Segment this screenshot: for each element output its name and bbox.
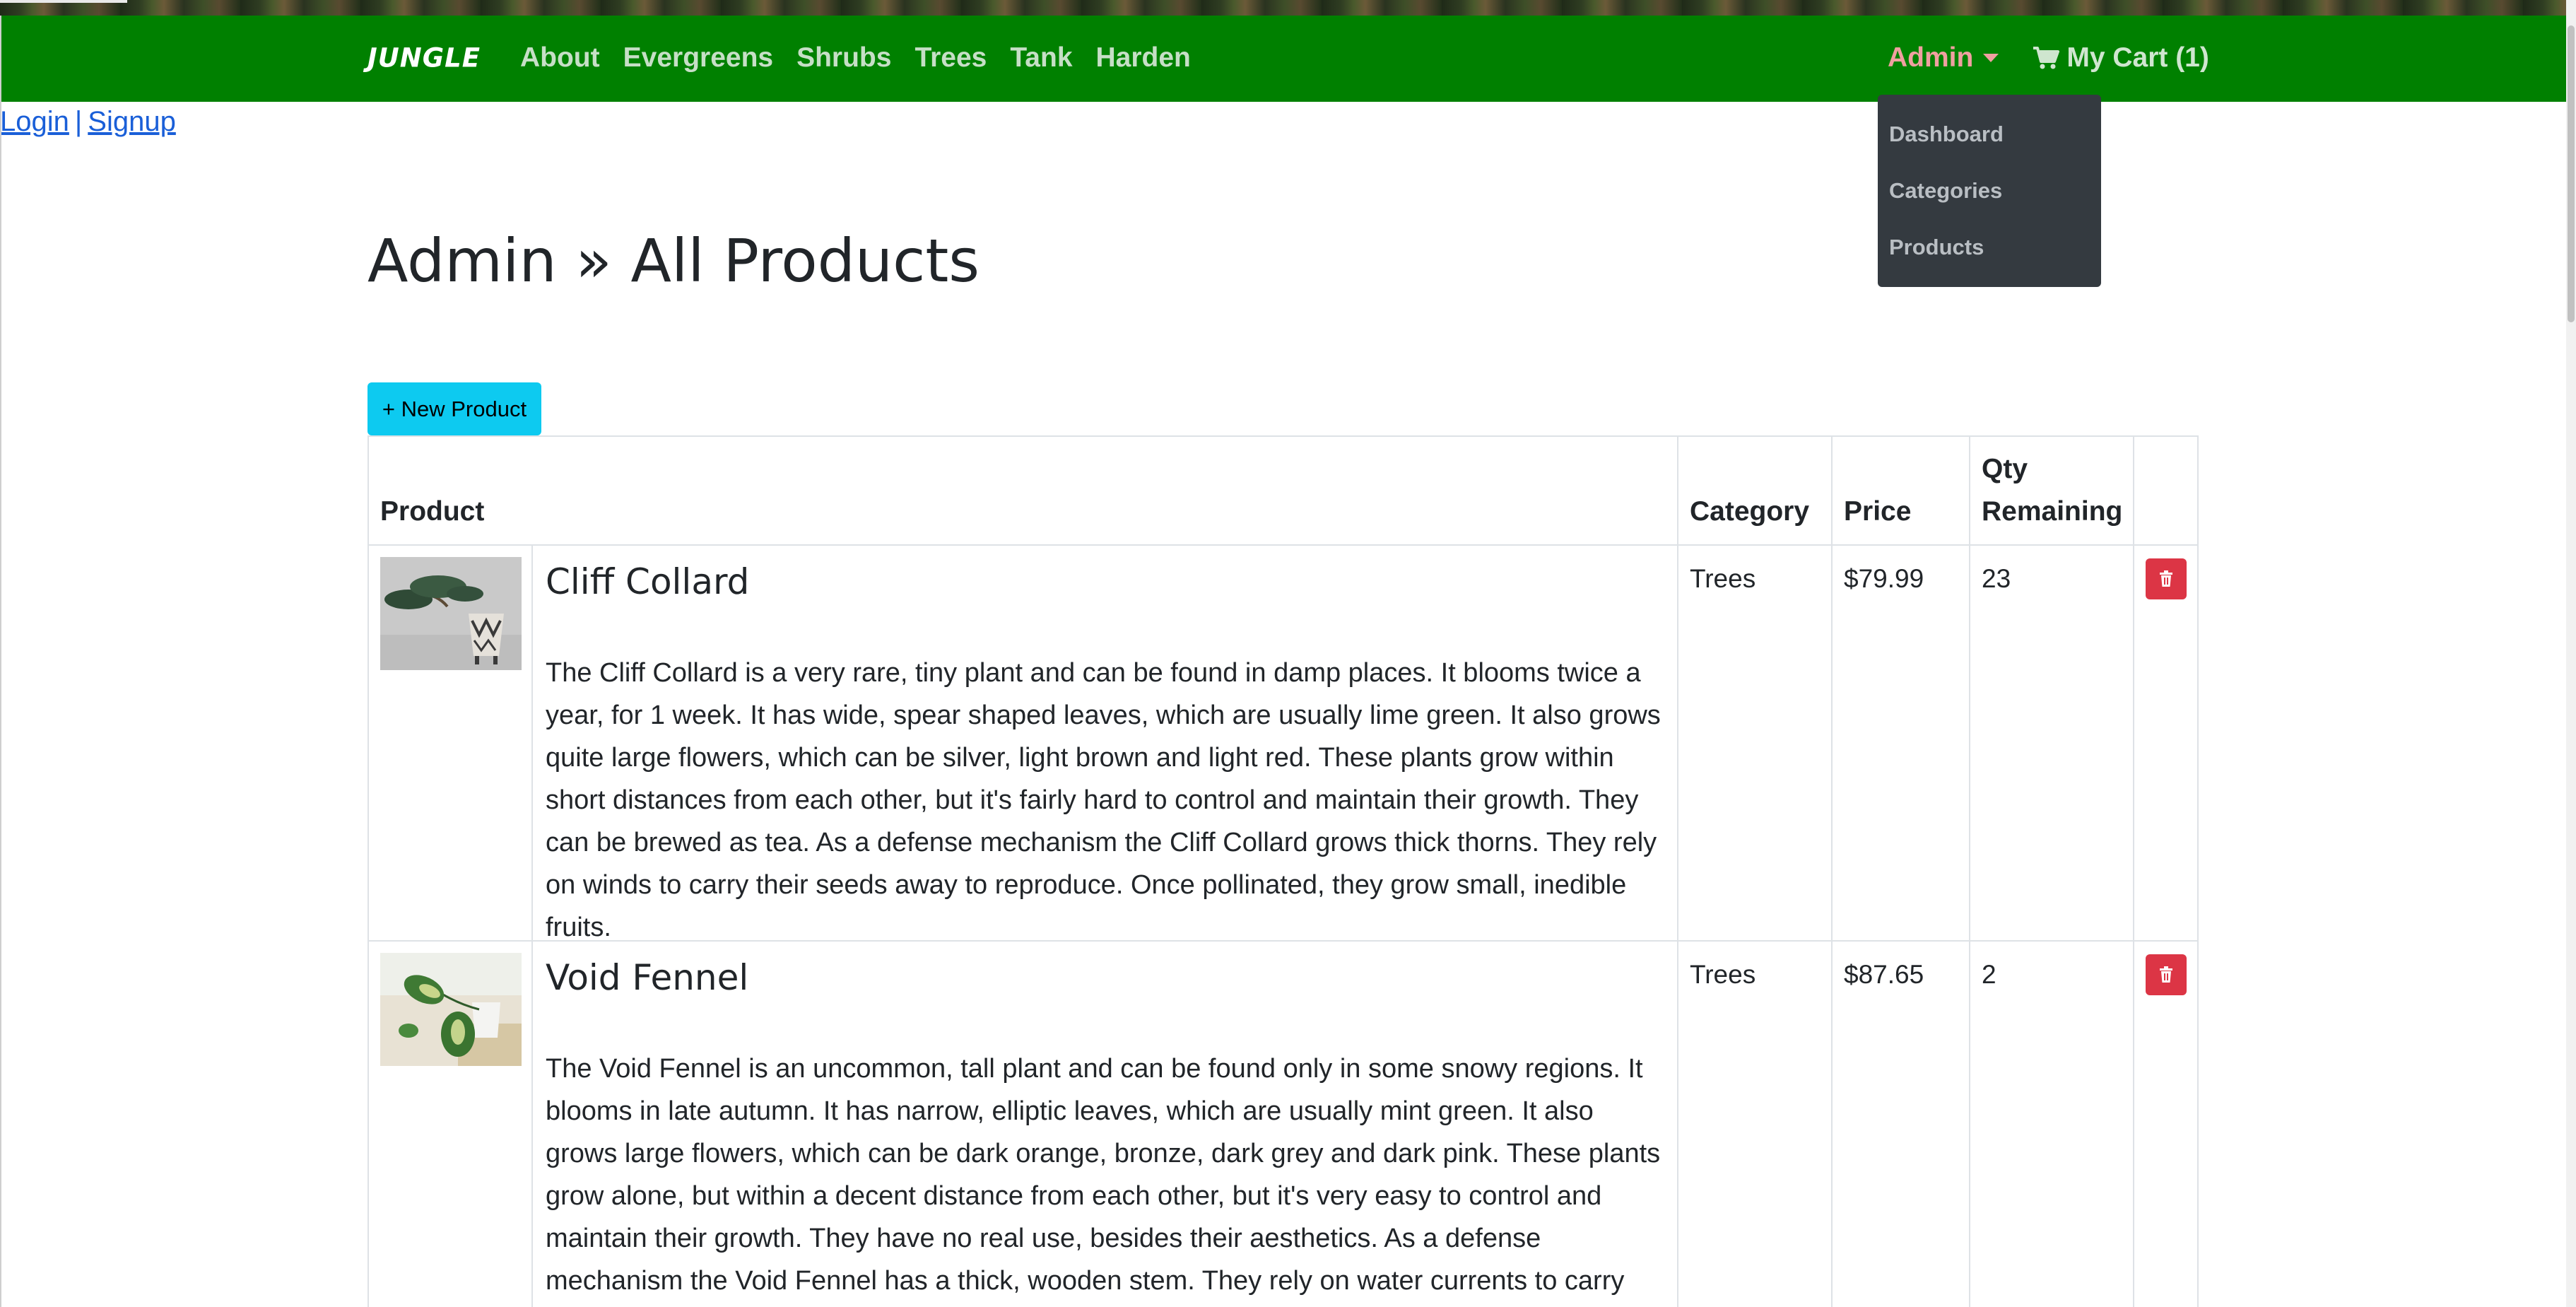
product-category: Trees [1690, 960, 1756, 989]
trash-icon [2160, 966, 2172, 983]
pothos-plant-image [380, 953, 522, 1066]
table-border-left [367, 435, 369, 1307]
price-column-divider [1831, 435, 1833, 1307]
table-border-top [367, 435, 2199, 437]
menu-item-dashboard[interactable]: Dashboard [1889, 122, 2004, 147]
page: JUNGLE About Evergreens Shrubs Trees Tan… [0, 0, 2576, 1307]
product-qty: 23 [1982, 564, 2011, 593]
window-left-edge [0, 16, 1, 1307]
header-remaining: Remaining [1982, 496, 2123, 527]
delete-product-button[interactable] [2146, 954, 2187, 995]
product-name: Cliff Collard [546, 561, 750, 602]
admin-dropdown-menu: Dashboard Categories Products [1878, 95, 2101, 287]
navbar-inner: JUNGLE About Evergreens Shrubs Trees Tan… [367, 16, 2576, 102]
product-name: Void Fennel [546, 957, 749, 998]
action-column-divider [2133, 435, 2134, 1307]
product-description: The Cliff Collard is a very rare, tiny p… [546, 658, 1661, 942]
my-cart-link[interactable]: My Cart (1) [2033, 42, 2209, 74]
product-price: $87.65 [1844, 960, 1924, 989]
login-link[interactable]: Login [0, 106, 69, 137]
forest-banner [0, 0, 2576, 16]
menu-item-products[interactable]: Products [1889, 235, 1984, 260]
page-title: Admin » All Products [367, 226, 980, 295]
cart-label: My Cart (1) [2066, 42, 2209, 73]
bonsai-plant-image [380, 557, 522, 670]
nav-link-shrubs[interactable]: Shrubs [796, 42, 891, 74]
nav-right: Admin My Cart (1) [1888, 42, 2209, 74]
signup-link[interactable]: Signup [88, 106, 176, 137]
product-category: Trees [1690, 564, 1756, 593]
table-border-right [2197, 435, 2199, 1307]
nav-link-harden[interactable]: Harden [1096, 42, 1191, 74]
delete-product-button[interactable] [2146, 558, 2187, 599]
category-column-divider [1677, 435, 1678, 1307]
admin-label: Admin [1888, 42, 1974, 73]
browser-tab-stub [0, 0, 127, 3]
header-qty: Qty [1982, 454, 2028, 484]
image-column-divider [531, 544, 533, 1307]
header-product: Product [380, 496, 485, 527]
nav-link-about[interactable]: About [520, 42, 600, 74]
navbar: JUNGLE About Evergreens Shrubs Trees Tan… [0, 16, 2576, 102]
product-description: The Void Fennel is an uncommon, tall pla… [546, 1054, 1661, 1296]
auth-links: Login | Signup [0, 106, 176, 138]
trash-icon [2160, 570, 2172, 587]
nav-link-evergreens[interactable]: Evergreens [623, 42, 773, 74]
product-image-cliff-collard[interactable] [380, 557, 522, 670]
brand-logo[interactable]: JUNGLE [367, 43, 481, 74]
vertical-scrollbar[interactable] [2566, 0, 2576, 1307]
header-price: Price [1844, 496, 1912, 527]
nav-link-trees[interactable]: Trees [914, 42, 987, 74]
new-product-button[interactable]: + New Product [367, 382, 541, 435]
header-category: Category [1690, 496, 1810, 527]
product-price: $79.99 [1844, 564, 1924, 593]
caret-down-icon [1983, 54, 1999, 62]
auth-separator: | [74, 106, 83, 137]
table-header-divider [367, 544, 2199, 546]
menu-item-categories[interactable]: Categories [1889, 178, 2002, 204]
scrollbar-thumb[interactable] [2568, 25, 2575, 322]
shopping-cart-icon [2033, 47, 2060, 69]
nav-link-tank[interactable]: Tank [1010, 42, 1072, 74]
qty-column-divider [1969, 435, 1970, 1307]
nav-links: About Evergreens Shrubs Trees Tank Harde… [520, 42, 1214, 74]
admin-dropdown-toggle[interactable]: Admin [1888, 42, 1999, 74]
product-qty: 2 [1982, 960, 1996, 989]
product-image-void-fennel[interactable] [380, 953, 522, 1066]
